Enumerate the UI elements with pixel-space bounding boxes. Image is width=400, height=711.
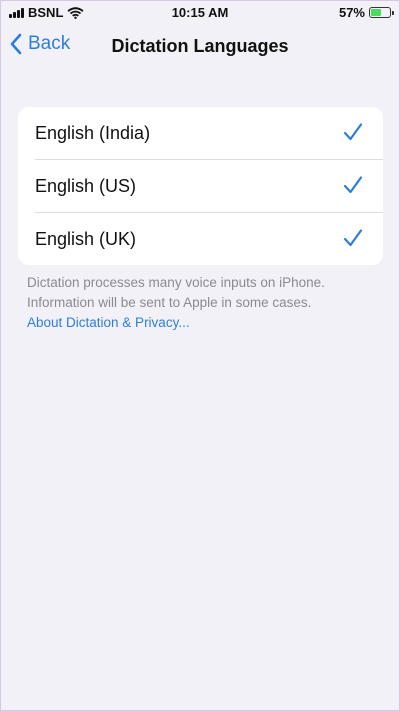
- checkmark-icon: [343, 229, 363, 247]
- language-row-english-uk[interactable]: English (UK): [18, 213, 383, 265]
- footer-line-2: Information will be sent to Apple in som…: [27, 295, 312, 310]
- languages-list: English (India) English (US) English (UK…: [18, 107, 383, 265]
- battery-percent: 57%: [338, 5, 365, 20]
- battery-fill: [371, 9, 381, 16]
- status-bar: BSNL 10:15 AM 57%: [1, 1, 399, 25]
- language-row-english-india[interactable]: English (India): [18, 107, 383, 159]
- checkmark-icon: [343, 176, 363, 194]
- footer-note: Dictation processes many voice inputs on…: [27, 273, 377, 333]
- battery-icon: [369, 7, 394, 18]
- status-right: 57%: [338, 5, 394, 20]
- language-row-english-us[interactable]: English (US): [18, 160, 383, 212]
- checkmark-icon: [343, 123, 363, 141]
- language-label: English (UK): [35, 228, 137, 249]
- navigation-bar: Back Dictation Languages: [1, 27, 399, 67]
- page-title: Dictation Languages: [111, 36, 289, 56]
- footer-line-1: Dictation processes many voice inputs on…: [27, 275, 325, 290]
- language-label: English (India): [35, 122, 151, 143]
- language-label: English (US): [35, 175, 137, 196]
- about-dictation-privacy-link[interactable]: About Dictation & Privacy...: [27, 313, 377, 333]
